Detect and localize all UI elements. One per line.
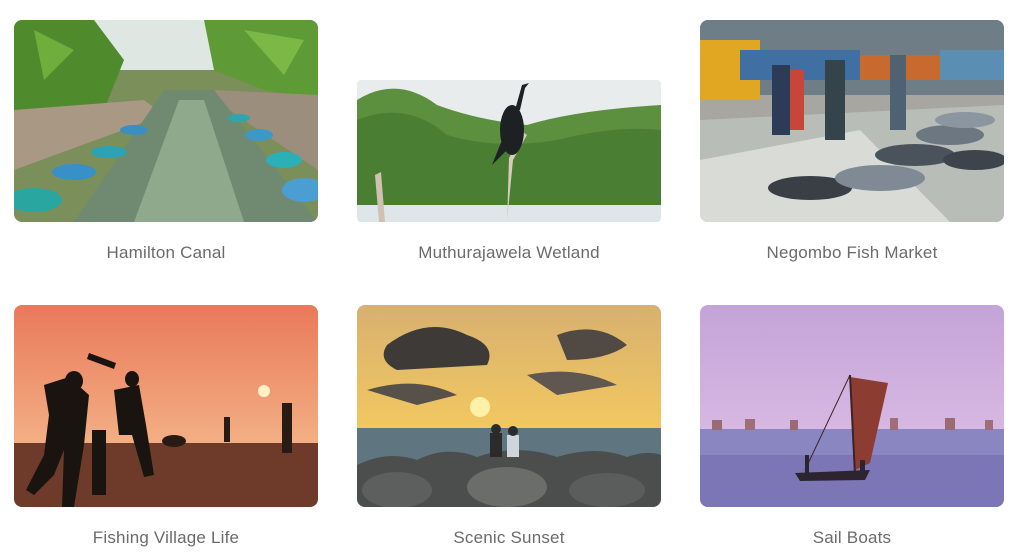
gallery-caption: Sail Boats: [812, 528, 892, 547]
muthurajawela-wetland-photo[interactable]: [357, 80, 661, 222]
fishing-village-life-photo[interactable]: [14, 305, 318, 507]
gallery-card-sail-boats[interactable]: Sail Boats: [700, 305, 1004, 547]
gallery-card-scenic-sunset[interactable]: Scenic Sunset: [357, 305, 661, 547]
negombo-fish-market-photo[interactable]: [700, 20, 1004, 222]
scenic-sunset-photo[interactable]: [357, 305, 661, 507]
attractions-gallery: Hamilton Canal Muthurajawela Wetland Neg…: [0, 0, 1024, 557]
gallery-caption: Fishing Village Life: [92, 528, 240, 547]
hamilton-canal-photo[interactable]: [14, 20, 318, 222]
gallery-card-negombo-fish-market[interactable]: Negombo Fish Market: [700, 20, 1004, 262]
gallery-card-hamilton-canal[interactable]: Hamilton Canal: [14, 20, 318, 262]
gallery-caption: Muthurajawela Wetland: [418, 243, 600, 262]
gallery-caption: Hamilton Canal: [106, 243, 226, 262]
gallery-caption: Negombo Fish Market: [766, 243, 938, 262]
sail-boats-photo[interactable]: [700, 305, 1004, 507]
gallery-card-fishing-village-life[interactable]: Fishing Village Life: [14, 305, 318, 547]
gallery-card-muthurajawela-wetland[interactable]: Muthurajawela Wetland: [357, 20, 661, 262]
gallery-caption: Scenic Sunset: [453, 528, 565, 547]
